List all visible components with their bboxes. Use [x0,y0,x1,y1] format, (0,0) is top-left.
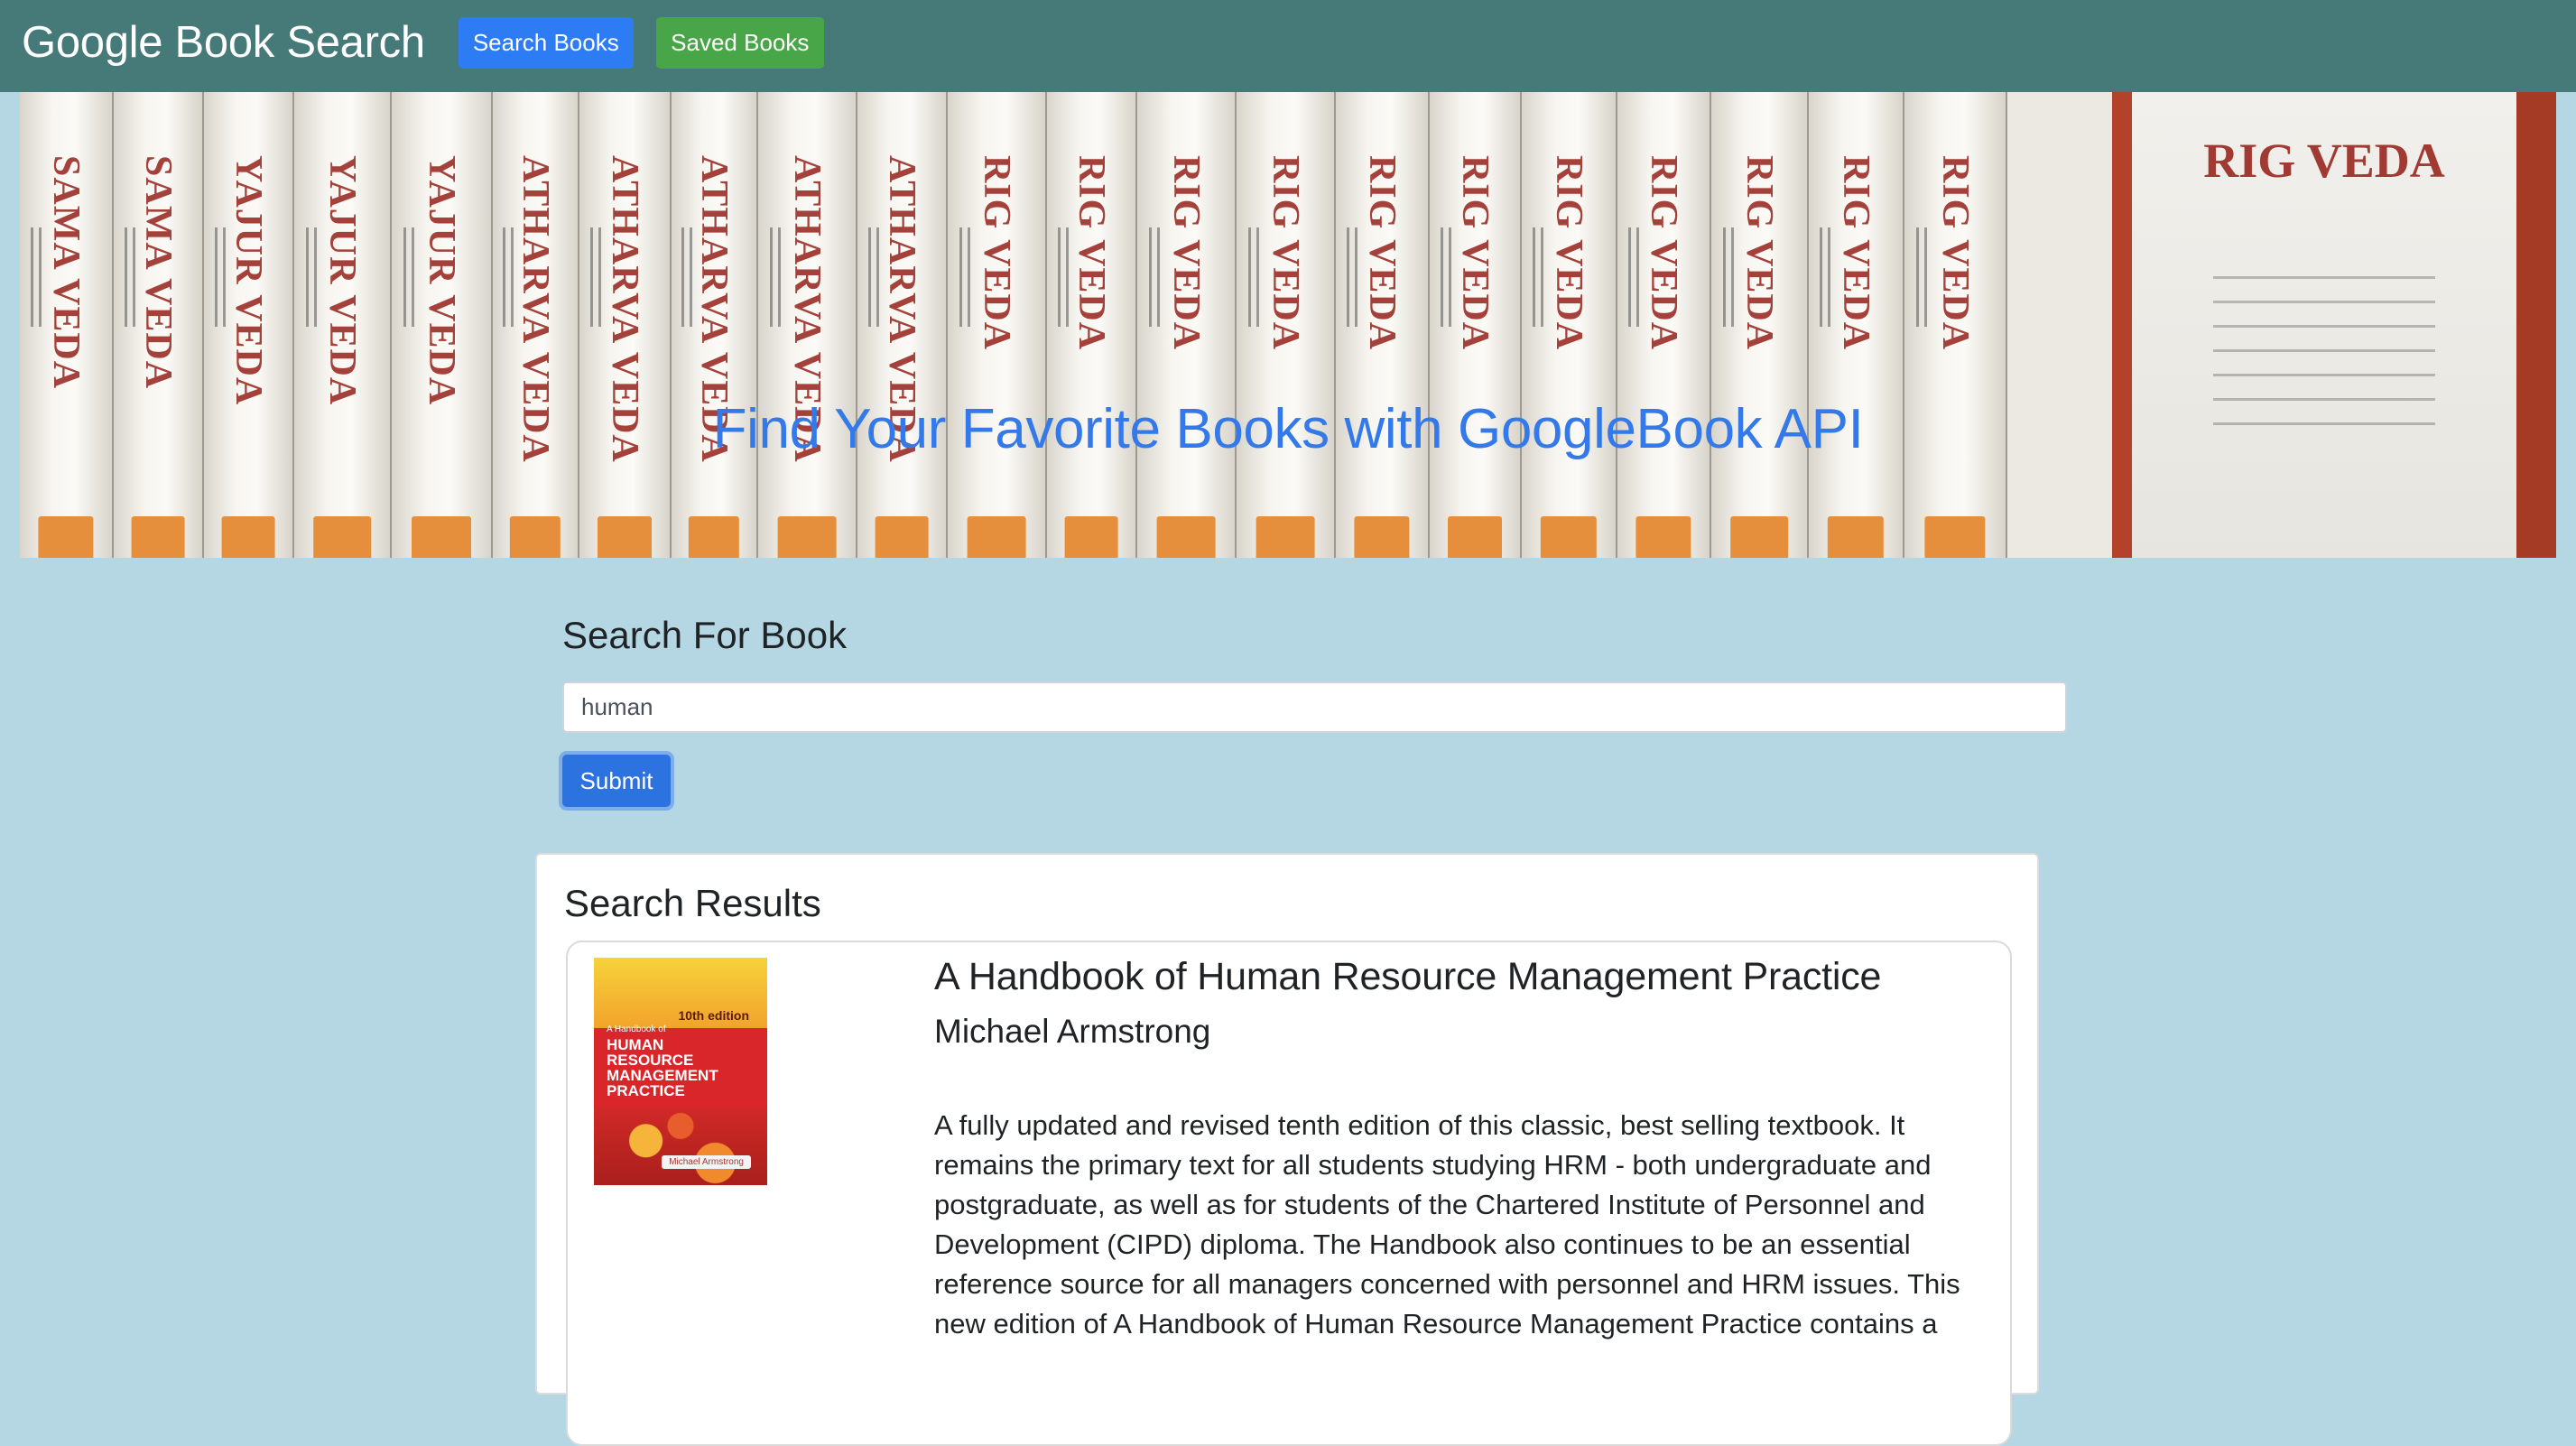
submit-button[interactable]: Submit [562,755,671,807]
publisher-logo-icon [777,516,837,558]
book-title[interactable]: A Handbook of Human Resource Management … [934,955,1881,999]
navbar: Google Book Search Search Books Saved Bo… [0,0,2576,92]
book-spine: RIG VEDA [1904,92,2007,558]
spine-title: RIG VEDA [1165,155,1207,351]
publisher-logo-icon [688,516,740,558]
book-cover-image[interactable]: 10th edition A Handbook of HUMAN RESOURC… [594,958,767,1185]
publisher-logo-icon [1064,516,1118,558]
search-books-button[interactable]: Search Books [458,16,634,69]
hero-title: Find Your Favorite Books with GoogleBook… [712,398,1864,460]
spine-title: RIG VEDA [1548,155,1589,351]
publisher-logo-icon [221,516,275,558]
publisher-logo-icon [598,516,652,558]
spine-title: YAJUR VEDA [421,155,462,406]
book-spine: ATHARVA VEDA [672,92,758,558]
publisher-logo-icon [509,516,561,558]
spine-title: RIG VEDA [1738,155,1780,351]
spine-title: SAMA VEDA [45,155,87,390]
book-spine: RIG VEDA [1430,92,1522,558]
publisher-logo-icon [967,516,1026,558]
publisher-logo-icon [875,516,929,558]
book-spine: ATHARVA VEDA [758,92,857,558]
spine-title: YAJUR VEDA [227,155,269,406]
book-spine: ATHARVA VEDA [857,92,948,558]
cover-edition: 10th edition [678,1008,749,1023]
book-spine: RIG VEDA [1617,92,1711,558]
book-spine: RIG VEDA [1336,92,1430,558]
book-author: Michael Armstrong [934,1013,1211,1050]
book-spine: YAJUR VEDA [204,92,294,558]
publisher-logo-icon [1256,516,1315,558]
brand-title[interactable]: Google Book Search [22,17,425,68]
book-spine: ATHARVA VEDA [493,92,579,558]
publisher-logo-icon [131,516,185,558]
spine-title: RIG VEDA [1361,155,1403,351]
hero-banner: SAMA VEDA SAMA VEDA YAJUR VEDA YAJUR VEDA YA… [20,92,2556,558]
cover-subtitle: A Handbook of [607,1024,666,1034]
spine-title: RIG VEDA [976,155,1017,351]
book-spine: RIG VEDA [948,92,1047,558]
rig-veda-cover: RIG VEDA [2112,92,2556,558]
publisher-logo-icon [412,516,471,558]
book-spine: RIG VEDA [1711,92,1809,558]
spine-title: RIG VEDA [1265,155,1306,351]
book-description: A fully updated and revised tenth editio… [934,1109,1960,1339]
spine-title: RIG VEDA [1934,155,1976,351]
publisher-logo-icon [1827,516,1885,558]
spine-title: RIG VEDA [1835,155,1876,351]
search-input[interactable] [562,681,2067,733]
spine-title: RIG VEDA [1070,155,1112,351]
publisher-logo-icon [1730,516,1788,558]
book-spine: YAJUR VEDA [294,92,392,558]
publisher-logo-icon [1635,516,1691,558]
book-spine: SAMA VEDA [114,92,204,558]
book-spine: RIG VEDA [1237,92,1336,558]
spine-title: YAJUR VEDA [321,155,363,406]
cover-title: RIG VEDA [2203,134,2445,188]
book-card: 10th edition A Handbook of HUMAN RESOURC… [566,941,2012,1446]
publisher-logo-icon [1156,516,1216,558]
spine-title: RIG VEDA [1643,155,1684,351]
publisher-logo-icon [1540,516,1598,558]
publisher-logo-icon [1924,516,1986,558]
publisher-logo-icon [1448,516,1502,558]
saved-books-button[interactable]: Saved Books [655,16,824,69]
book-spine: ATHARVA VEDA [579,92,672,558]
book-spine: RIG VEDA [1522,92,1617,558]
book-spine: RIG VEDA [1137,92,1237,558]
cover-author: Michael Armstrong [662,1155,751,1169]
book-spine: RIG VEDA [1047,92,1137,558]
book-spine: SAMA VEDA [20,92,114,558]
spine-title: SAMA VEDA [137,155,179,390]
book-spine: RIG VEDA [1809,92,1904,558]
book-spine: YAJUR VEDA [392,92,493,558]
publisher-logo-icon [38,516,94,558]
publisher-logo-icon [313,516,371,558]
results-heading: Search Results [564,882,821,924]
search-heading: Search For Book [562,614,848,656]
cover-text: HUMAN RESOURCE MANAGEMENT PRACTICE [607,1036,718,1099]
spine-title: RIG VEDA [1454,155,1496,351]
results-panel: Search Results 10th edition A Handbook o… [535,853,2039,1446]
publisher-logo-icon [1354,516,1410,558]
